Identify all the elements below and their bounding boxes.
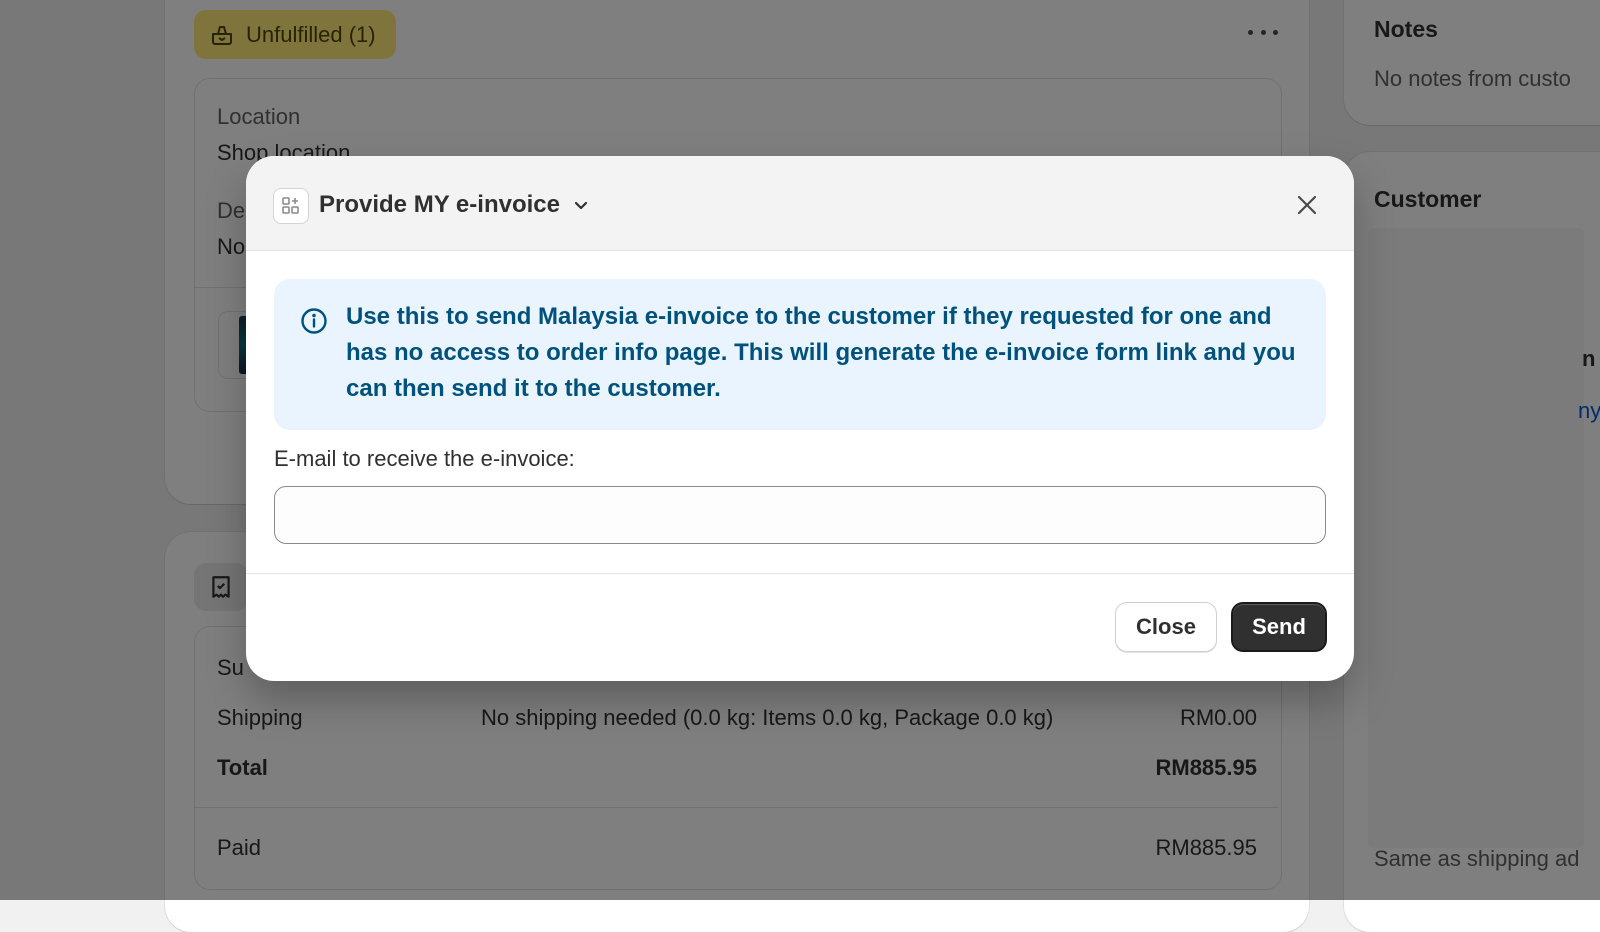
close-icon[interactable] — [1292, 190, 1322, 220]
close-button[interactable]: Close — [1115, 602, 1217, 652]
modal-footer-divider — [246, 573, 1354, 574]
e-invoice-modal: Provide MY e-invoice Use this to send Ma… — [246, 156, 1354, 681]
modal-title: Provide MY e-invoice — [319, 191, 560, 218]
modal-title-dropdown[interactable]: Provide MY e-invoice — [319, 189, 590, 221]
app-icon — [273, 188, 309, 224]
send-button[interactable]: Send — [1231, 602, 1327, 652]
modal-header: Provide MY e-invoice — [246, 156, 1354, 251]
info-message: Use this to send Malaysia e-invoice to t… — [346, 303, 1296, 402]
email-field[interactable] — [274, 486, 1326, 544]
info-banner: Use this to send Malaysia e-invoice to t… — [274, 279, 1326, 430]
info-icon — [301, 308, 327, 334]
email-field-label: E-mail to receive the e-invoice: — [274, 446, 575, 471]
chevron-down-icon — [574, 201, 588, 210]
